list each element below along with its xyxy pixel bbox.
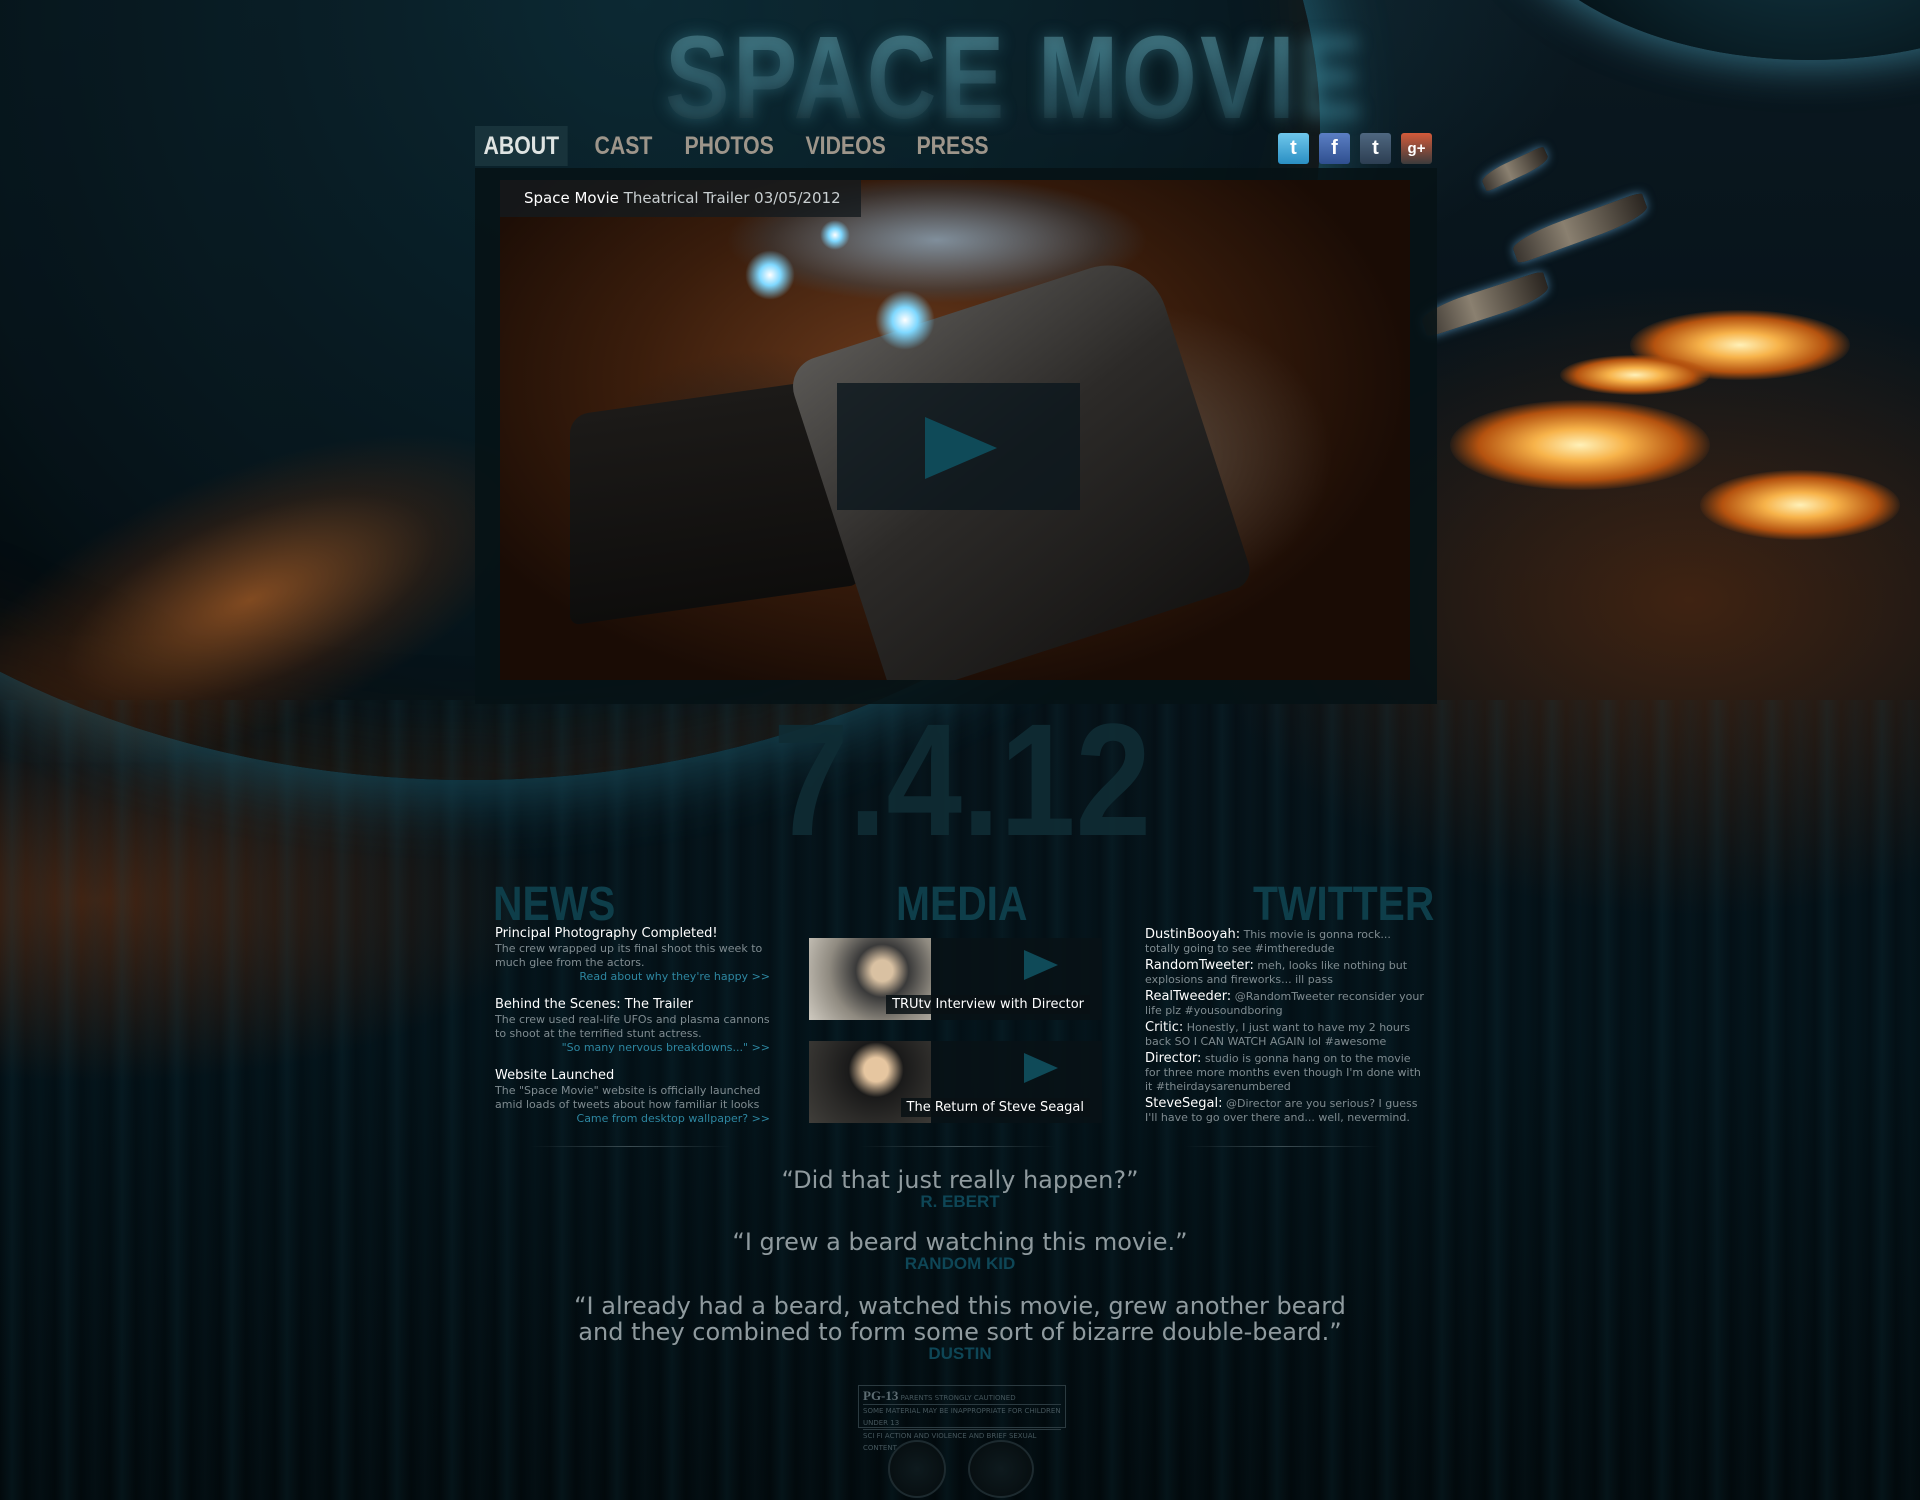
- news-item: Principal Photography Completed! The cre…: [495, 926, 770, 984]
- explosion: [1450, 400, 1710, 490]
- studio-logo: [888, 1440, 946, 1498]
- tweet: RandomTweeter: meh, looks like nothing b…: [1145, 959, 1425, 987]
- release-date: 7.4.12: [773, 690, 1152, 869]
- ufo-light: [820, 220, 850, 250]
- quote-author: DUSTIN: [928, 1344, 992, 1363]
- review-quote: “I already had a beard, watched this mov…: [0, 1293, 1920, 1363]
- news-link[interactable]: Came from desktop wallpaper? >>: [495, 1112, 770, 1126]
- play-icon: [1024, 950, 1058, 980]
- explosion: [1700, 470, 1900, 540]
- tweet-user[interactable]: SteveSegal:: [1145, 1096, 1223, 1111]
- rating-line: SCI FI ACTION AND VIOLENCE AND BRIEF SEX…: [863, 1429, 1061, 1454]
- rating-caution: PARENTS STRONGLY CAUTIONED: [900, 1394, 1016, 1402]
- rating-badge: PG-13: [863, 1388, 899, 1403]
- tweet-text: Honestly, I just want to have my 2 hours…: [1145, 1021, 1411, 1048]
- media-heading: MEDIA: [896, 878, 1028, 931]
- twitter-icon[interactable]: t: [1278, 133, 1309, 164]
- news-body: The "Space Movie" website is officially …: [495, 1084, 761, 1111]
- ufo-light: [745, 250, 795, 300]
- media-label: TRUtv Interview with Director: [886, 995, 1090, 1014]
- rating-line: SOME MATERIAL MAY BE INAPPROPRIATE FOR C…: [863, 1404, 1061, 1429]
- news-list: Principal Photography Completed! The cre…: [495, 926, 770, 1139]
- review-quote: “Did that just really happen?” R. EBERT: [0, 1167, 1920, 1211]
- video-caption-title: Space Movie: [524, 189, 619, 207]
- news-item: Website Launched The "Space Movie" websi…: [495, 1068, 770, 1126]
- quote-author: R. EBERT: [920, 1192, 1000, 1211]
- tweet: Director: studio is gonna hang on to the…: [1145, 1052, 1425, 1094]
- nav-photos[interactable]: PHOTOS: [676, 126, 782, 166]
- quote-text: “I grew a beard watching this movie.”: [732, 1228, 1188, 1256]
- google-plus-icon[interactable]: g+: [1401, 133, 1432, 164]
- tweet-user[interactable]: DustinBooyah:: [1145, 927, 1240, 942]
- nav-press[interactable]: PRESS: [908, 126, 997, 166]
- review-quote: “I grew a beard watching this movie.” RA…: [0, 1229, 1920, 1273]
- news-link[interactable]: "So many nervous breakdowns..." >>: [495, 1041, 770, 1055]
- nav-videos[interactable]: VIDEOS: [797, 126, 894, 166]
- media-item[interactable]: The Return of Steve Seagal: [809, 1041, 1102, 1123]
- video-caption: Space Movie Theatrical Trailer 03/05/201…: [500, 180, 861, 217]
- play-button[interactable]: [837, 383, 1080, 510]
- site-logo[interactable]: SPACE MOVIE: [665, 18, 1363, 138]
- tweet-user[interactable]: RealTweeder:: [1145, 989, 1231, 1004]
- tweet: Critic: Honestly, I just want to have my…: [1145, 1021, 1425, 1049]
- tweet-user[interactable]: Critic:: [1145, 1020, 1183, 1035]
- quote-text-line1: “I already had a beard, watched this mov…: [574, 1292, 1346, 1320]
- news-link[interactable]: Read about why they're happy >>: [495, 970, 770, 984]
- news-title[interactable]: Principal Photography Completed!: [495, 926, 770, 942]
- nav-about[interactable]: ABOUT: [475, 126, 568, 166]
- news-body: The crew wrapped up its final shoot this…: [495, 942, 763, 969]
- news-divider: [530, 1146, 730, 1147]
- tweet: DustinBooyah: This movie is gonna rock..…: [1145, 928, 1425, 956]
- news-title[interactable]: Website Launched: [495, 1068, 770, 1084]
- tweet-user[interactable]: RandomTweeter:: [1145, 958, 1254, 973]
- news-heading: NEWS: [493, 878, 616, 931]
- rating-block: PG-13 PARENTS STRONGLY CAUTIONED SOME MA…: [858, 1385, 1066, 1452]
- media-divider: [860, 1146, 1055, 1147]
- twitter-divider: [1185, 1146, 1380, 1147]
- tumblr-icon[interactable]: t: [1360, 133, 1391, 164]
- explosion: [1560, 355, 1710, 395]
- ufo-light: [875, 290, 935, 350]
- play-icon: [1024, 1053, 1058, 1083]
- tweet: SteveSegal: @Director are you serious? I…: [1145, 1097, 1425, 1125]
- twitter-heading: TWITTER: [1253, 878, 1435, 931]
- tweet: RealTweeder: @RandomTweeter reconsider y…: [1145, 990, 1425, 1018]
- news-item: Behind the Scenes: The Trailer The crew …: [495, 997, 770, 1055]
- quote-author: RANDOM KID: [904, 1254, 1016, 1273]
- news-body: The crew used real-life UFOs and plasma …: [495, 1013, 770, 1040]
- main-nav: ABOUT CAST PHOTOS VIDEOS PRESS: [475, 126, 1008, 166]
- tweet-list: DustinBooyah: This movie is gonna rock..…: [1145, 928, 1425, 1128]
- facebook-icon[interactable]: f: [1319, 133, 1350, 164]
- quote-text: “Did that just really happen?”: [781, 1166, 1139, 1194]
- quote-text-line2: and they combined to form some sort of b…: [578, 1318, 1342, 1346]
- video-caption-sub: Theatrical Trailer 03/05/2012: [623, 189, 841, 207]
- tweet-user[interactable]: Director:: [1145, 1051, 1201, 1066]
- paramount-logo: [968, 1440, 1034, 1498]
- social-links: t f t g+: [1278, 133, 1432, 164]
- news-title[interactable]: Behind the Scenes: The Trailer: [495, 997, 770, 1013]
- media-item[interactable]: TRUtv Interview with Director: [809, 938, 1102, 1020]
- media-label: The Return of Steve Seagal: [900, 1098, 1090, 1117]
- nav-cast[interactable]: CAST: [586, 126, 661, 166]
